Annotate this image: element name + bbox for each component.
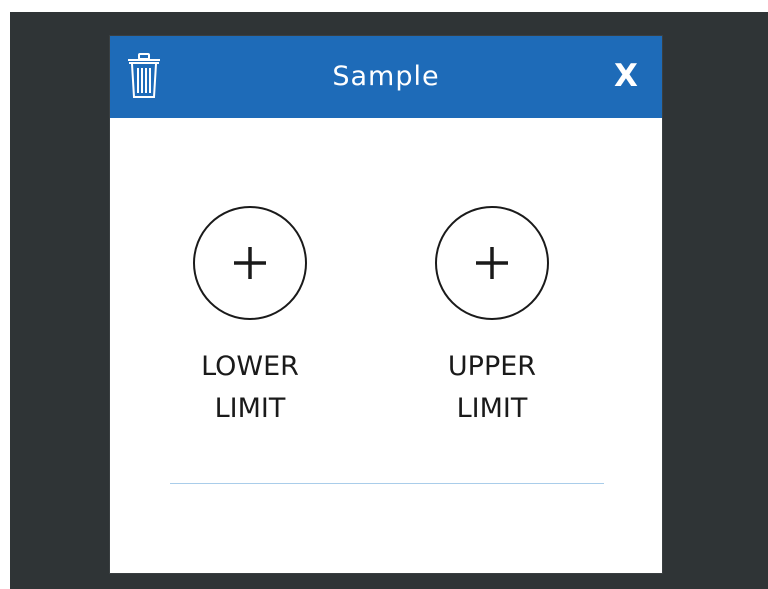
upper-limit-circle [435, 206, 549, 320]
dialog-title-bar: Sample X [110, 36, 662, 118]
dialog-title: Sample [332, 61, 440, 92]
divider [170, 483, 604, 484]
upper-limit-label-line2: LIMIT [456, 393, 528, 424]
upper-limit-label-line1: UPPER [447, 351, 537, 382]
lower-limit-label: LOWER LIMIT [150, 346, 350, 430]
close-button[interactable]: X [606, 54, 646, 98]
upper-limit-label: UPPER LIMIT [392, 346, 592, 430]
lower-limit-button[interactable]: LOWER LIMIT [150, 206, 350, 446]
plus-icon [476, 247, 508, 279]
lower-limit-circle [193, 206, 307, 320]
sample-dialog: Sample X LOWER LIMIT UPPER LIMIT [110, 36, 662, 573]
lower-limit-label-line1: LOWER [201, 351, 299, 382]
plus-icon [234, 247, 266, 279]
lower-limit-label-line2: LIMIT [214, 393, 286, 424]
upper-limit-button[interactable]: UPPER LIMIT [392, 206, 592, 446]
